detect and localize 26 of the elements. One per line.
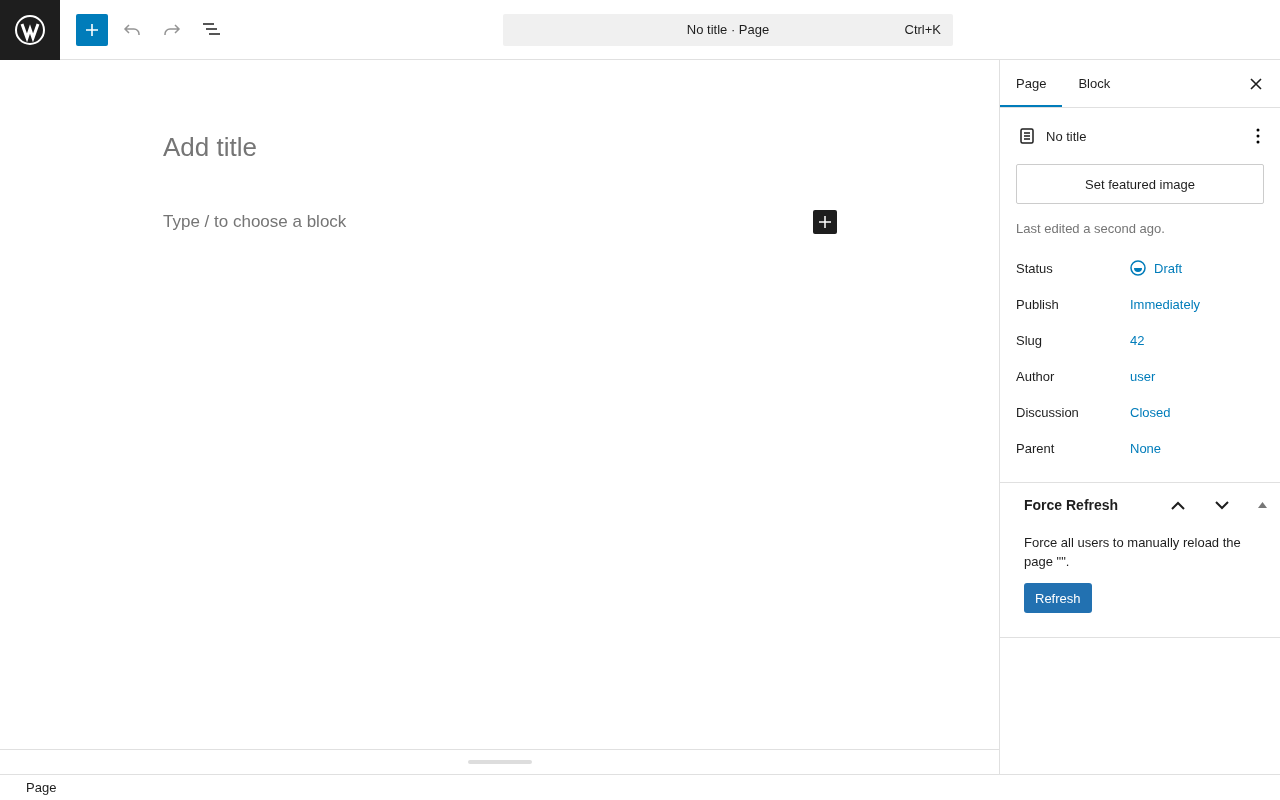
title-field[interactable]: Add title: [163, 132, 837, 164]
page-title: No title: [1046, 128, 1088, 144]
field-label: Status: [1016, 260, 1054, 276]
shortcut-hint: Ctrl+K: [904, 21, 941, 37]
field-value-link[interactable]: Closed: [1130, 404, 1171, 420]
field-value-link[interactable]: user: [1130, 368, 1156, 384]
field-value-link[interactable]: Immediately: [1130, 296, 1201, 312]
refresh-button[interactable]: Refresh: [1024, 583, 1092, 613]
field-value-link[interactable]: 42: [1130, 332, 1145, 348]
set-featured-image-button[interactable]: Set featured image: [1016, 164, 1264, 204]
field-value-link[interactable]: None: [1130, 440, 1162, 456]
field-label: Author: [1016, 368, 1056, 384]
field-label: Discussion: [1016, 404, 1080, 420]
last-edited-text: Last edited a second ago.: [1016, 221, 1166, 236]
field-label: Publish: [1016, 296, 1060, 312]
sidebar-tab[interactable]: Block: [1062, 60, 1127, 107]
panel-description: Force all users to manually reload the page "".: [1024, 534, 1242, 571]
sidebar-tab[interactable]: Page: [1000, 60, 1063, 107]
field-label: Slug: [1016, 332, 1044, 348]
breadcrumb[interactable]: Page: [26, 780, 57, 795]
command-bar[interactable]: No title · Page Ctrl+K: [503, 13, 953, 46]
field-label: Parent: [1016, 440, 1056, 456]
block-placeholder[interactable]: Type / to choose a block: [163, 212, 347, 232]
field-value-link[interactable]: Draft: [1154, 260, 1183, 276]
panel-title: Force Refresh: [1024, 497, 1120, 513]
document-title: No title · Page: [686, 22, 770, 37]
